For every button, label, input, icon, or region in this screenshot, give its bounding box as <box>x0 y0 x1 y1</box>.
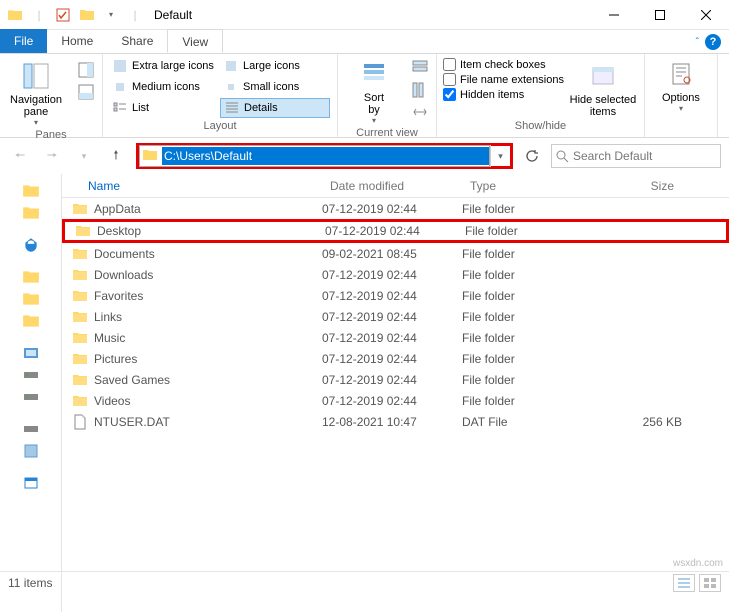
add-columns-icon[interactable] <box>410 80 430 100</box>
qat-folder-icon[interactable] <box>76 4 98 26</box>
address-bar: 🠔 🠖 ▾ 🠕 ▾ Search Default <box>0 138 729 174</box>
refresh-button[interactable] <box>521 145 543 167</box>
minimize-button[interactable] <box>591 0 637 30</box>
details-view-button[interactable] <box>673 574 695 592</box>
maximize-button[interactable] <box>637 0 683 30</box>
folder-icon <box>4 4 26 26</box>
status-bar: 11 items <box>0 571 729 593</box>
preview-pane-icon[interactable] <box>76 60 96 80</box>
folder-icon <box>72 393 88 409</box>
file-row[interactable]: AppData07-12-2019 02:44File folder <box>62 198 729 219</box>
group-options: Options ▾ <box>645 54 718 137</box>
history-dropdown[interactable]: ▾ <box>72 144 96 168</box>
address-dropdown[interactable]: ▾ <box>490 145 510 167</box>
col-name: Name <box>62 179 322 193</box>
check-item-boxes[interactable]: Item check boxes <box>443 58 564 71</box>
size-columns-icon[interactable] <box>410 102 430 122</box>
search-icon <box>556 150 569 163</box>
group-show-hide: Item check boxes File name extensions Hi… <box>437 54 645 137</box>
file-row[interactable]: Saved Games07-12-2019 02:44File folder <box>62 369 729 390</box>
details-pane-icon[interactable] <box>76 82 96 102</box>
file-row[interactable]: Documents09-02-2021 08:45File folder <box>62 243 729 264</box>
file-row[interactable]: Favorites07-12-2019 02:44File folder <box>62 285 729 306</box>
check-file-extensions[interactable]: File name extensions <box>443 73 564 86</box>
search-box[interactable]: Search Default <box>551 144 721 168</box>
address-folder-icon <box>142 147 160 165</box>
file-list-area: Name Date modified Type Size AppData07-1… <box>62 174 729 612</box>
folder-icon <box>72 309 88 325</box>
sort-by-button[interactable]: Sort by ▾ <box>344 56 404 125</box>
content-area: Name Date modified Type Size AppData07-1… <box>0 174 729 612</box>
group-by-icon[interactable] <box>410 58 430 78</box>
ribbon-collapse-icon[interactable]: ˆ <box>696 37 699 48</box>
group-current-view: Sort by ▾ Current view <box>338 54 437 137</box>
watermark: wsxdn.com <box>673 558 723 569</box>
navigation-tree[interactable] <box>0 174 62 612</box>
layout-list[interactable]: List <box>109 98 219 118</box>
ribbon-tabs: File Home Share View ˆ ? <box>0 30 729 54</box>
window-title: Default <box>150 8 591 22</box>
col-size: Size <box>592 179 682 193</box>
qat-dropdown-icon[interactable]: ▾ <box>100 4 122 26</box>
folder-icon <box>72 201 88 217</box>
col-type: Type <box>462 179 592 193</box>
up-button[interactable]: 🠕 <box>104 144 128 168</box>
layout-small-icons[interactable]: Small icons <box>220 77 330 97</box>
column-headers[interactable]: Name Date modified Type Size <box>62 174 729 198</box>
ribbon: Navigation pane ▾ Panes Extra large icon… <box>0 54 729 138</box>
qat-sep: | <box>28 4 50 26</box>
tab-view[interactable]: View <box>167 29 223 53</box>
folder-icon <box>72 372 88 388</box>
tab-file[interactable]: File <box>0 29 47 53</box>
forward-button: 🠖 <box>40 144 64 168</box>
status-text: 11 items <box>8 576 52 590</box>
group-layout: Extra large iconsLarge iconsMedium icons… <box>103 54 338 137</box>
file-row[interactable]: NTUSER.DAT12-08-2021 10:47DAT File256 KB <box>62 411 729 432</box>
tab-home[interactable]: Home <box>47 29 107 53</box>
close-button[interactable] <box>683 0 729 30</box>
layout-details[interactable]: Details <box>220 98 330 118</box>
file-row[interactable]: Videos07-12-2019 02:44File folder <box>62 390 729 411</box>
layout-extra-large-icons[interactable]: Extra large icons <box>109 56 219 76</box>
group-panes: Navigation pane ▾ Panes <box>0 54 103 137</box>
col-date: Date modified <box>322 179 462 193</box>
file-row[interactable]: Music07-12-2019 02:44File folder <box>62 327 729 348</box>
folder-icon <box>72 288 88 304</box>
folder-icon <box>72 351 88 367</box>
hide-selected-button[interactable]: Hide selected items <box>568 58 638 118</box>
file-row[interactable]: Links07-12-2019 02:44File folder <box>62 306 729 327</box>
help-icon[interactable]: ? <box>705 34 721 50</box>
address-box-highlight: ▾ <box>136 143 513 169</box>
back-button[interactable]: 🠔 <box>8 144 32 168</box>
file-row[interactable]: Desktop07-12-2019 02:44File folder <box>62 219 729 243</box>
folder-icon <box>72 267 88 283</box>
tab-share[interactable]: Share <box>107 29 167 53</box>
navigation-pane-button[interactable]: Navigation pane ▾ <box>6 58 66 127</box>
file-row[interactable]: Downloads07-12-2019 02:44File folder <box>62 264 729 285</box>
folder-icon <box>72 330 88 346</box>
folder-icon <box>72 246 88 262</box>
check-hidden-items[interactable]: Hidden items <box>443 88 564 101</box>
thumbnails-view-button[interactable] <box>699 574 721 592</box>
file-icon <box>72 414 88 430</box>
address-input[interactable] <box>162 147 489 165</box>
layout-large-icons[interactable]: Large icons <box>220 56 330 76</box>
qat-check-icon[interactable] <box>52 4 74 26</box>
file-row[interactable]: Pictures07-12-2019 02:44File folder <box>62 348 729 369</box>
folder-icon <box>75 223 91 239</box>
layout-medium-icons[interactable]: Medium icons <box>109 77 219 97</box>
qat-sep-2: | <box>124 4 146 26</box>
title-bar: | ▾ | Default <box>0 0 729 30</box>
options-button[interactable]: Options ▾ <box>651 56 711 113</box>
